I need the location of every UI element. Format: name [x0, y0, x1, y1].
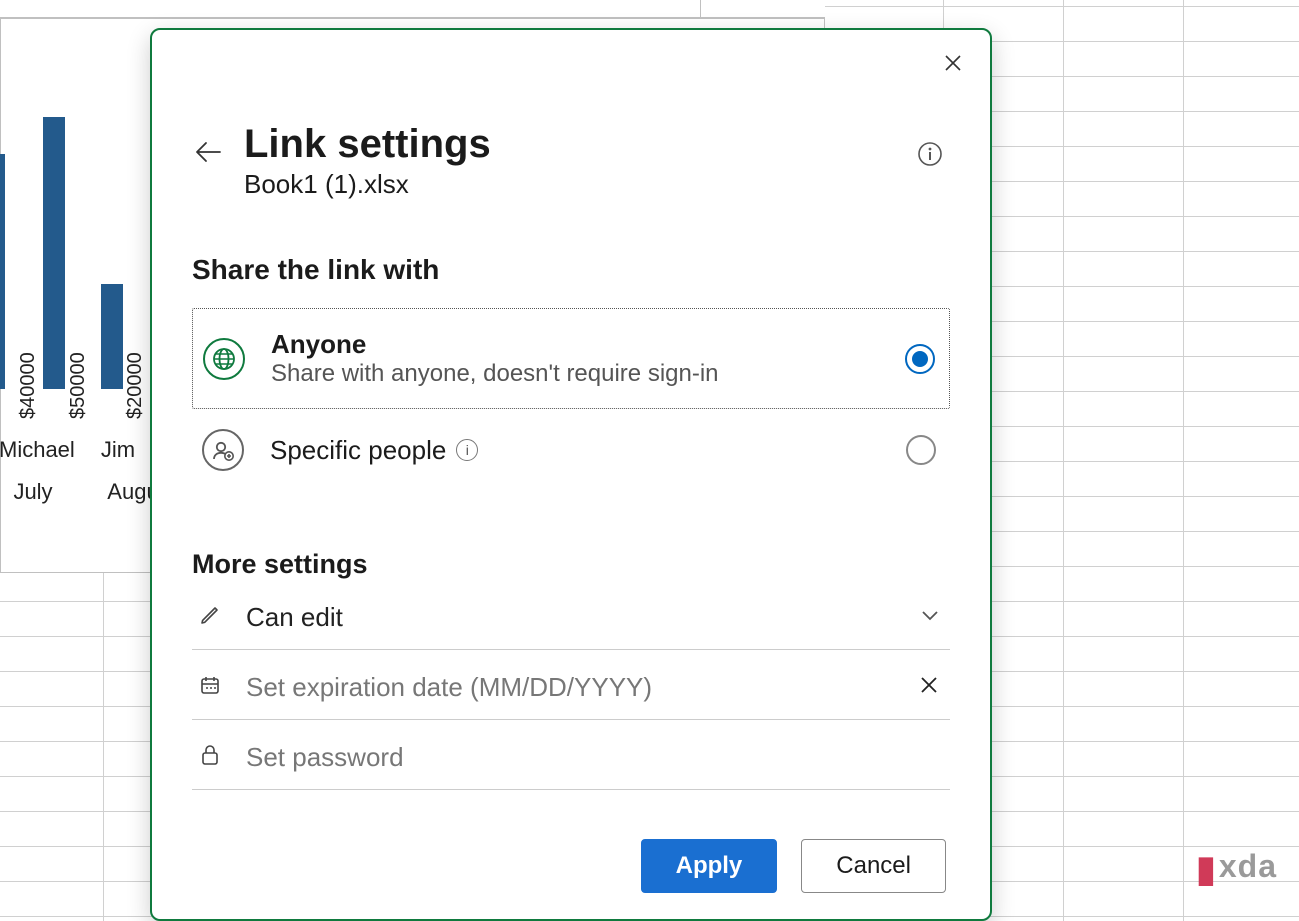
share-option-anyone[interactable]: Anyone Share with anyone, doesn't requir… [192, 308, 950, 409]
close-icon [944, 54, 962, 72]
permission-dropdown[interactable]: Can edit [192, 586, 950, 650]
lock-icon [196, 743, 224, 772]
cancel-button[interactable]: Cancel [801, 839, 946, 893]
globe-icon [203, 338, 245, 380]
chevron-down-icon [920, 608, 946, 627]
info-button[interactable] [914, 138, 946, 170]
bar-jim [101, 284, 123, 389]
chart-bars [1, 89, 151, 389]
link-settings-dialog: Link settings Book1 (1).xlsx Share the l… [150, 28, 992, 921]
bar-label-0: $40000 [17, 352, 40, 419]
radio-specific[interactable] [906, 435, 936, 465]
bar-label-michael: $50000 [67, 352, 90, 419]
more-settings-heading: More settings [192, 549, 950, 580]
dialog-filename: Book1 (1).xlsx [244, 169, 950, 200]
expiration-input[interactable] [246, 672, 898, 703]
option-anyone-title: Anyone [271, 329, 879, 360]
password-input[interactable] [246, 742, 946, 773]
bar-michael [43, 117, 65, 389]
dialog-footer: Apply Cancel [641, 839, 946, 893]
grid-divider [700, 0, 701, 18]
permission-value: Can edit [246, 602, 898, 633]
apply-button[interactable]: Apply [641, 839, 778, 893]
bar-label-jim: $20000 [124, 352, 147, 419]
arrow-left-icon [194, 141, 222, 163]
option-anyone-desc: Share with anyone, doesn't require sign-… [271, 360, 879, 388]
x-cat-jim: Jim [93, 437, 143, 463]
expiration-row [192, 656, 950, 720]
calendar-icon [196, 674, 224, 701]
password-row [192, 726, 950, 790]
back-button[interactable] [192, 136, 224, 168]
pencil-icon [196, 604, 224, 631]
people-add-icon [202, 429, 244, 471]
close-icon [920, 676, 938, 694]
close-button[interactable] [938, 48, 968, 78]
grid-header-strip [0, 0, 825, 18]
dialog-header: Link settings Book1 (1).xlsx [192, 122, 950, 200]
info-icon[interactable]: i [456, 439, 478, 461]
bar-partial [0, 154, 5, 389]
info-icon [917, 141, 943, 167]
radio-anyone[interactable] [905, 344, 935, 374]
dialog-title: Link settings [244, 122, 950, 167]
x-cat-michael: Michael [0, 437, 69, 463]
share-with-heading: Share the link with [192, 254, 950, 286]
x-group-july: July [3, 479, 63, 505]
share-option-specific[interactable]: Specific people i [192, 409, 950, 491]
clear-expiration-button[interactable] [920, 676, 946, 700]
option-specific-title: Specific people [270, 435, 446, 466]
